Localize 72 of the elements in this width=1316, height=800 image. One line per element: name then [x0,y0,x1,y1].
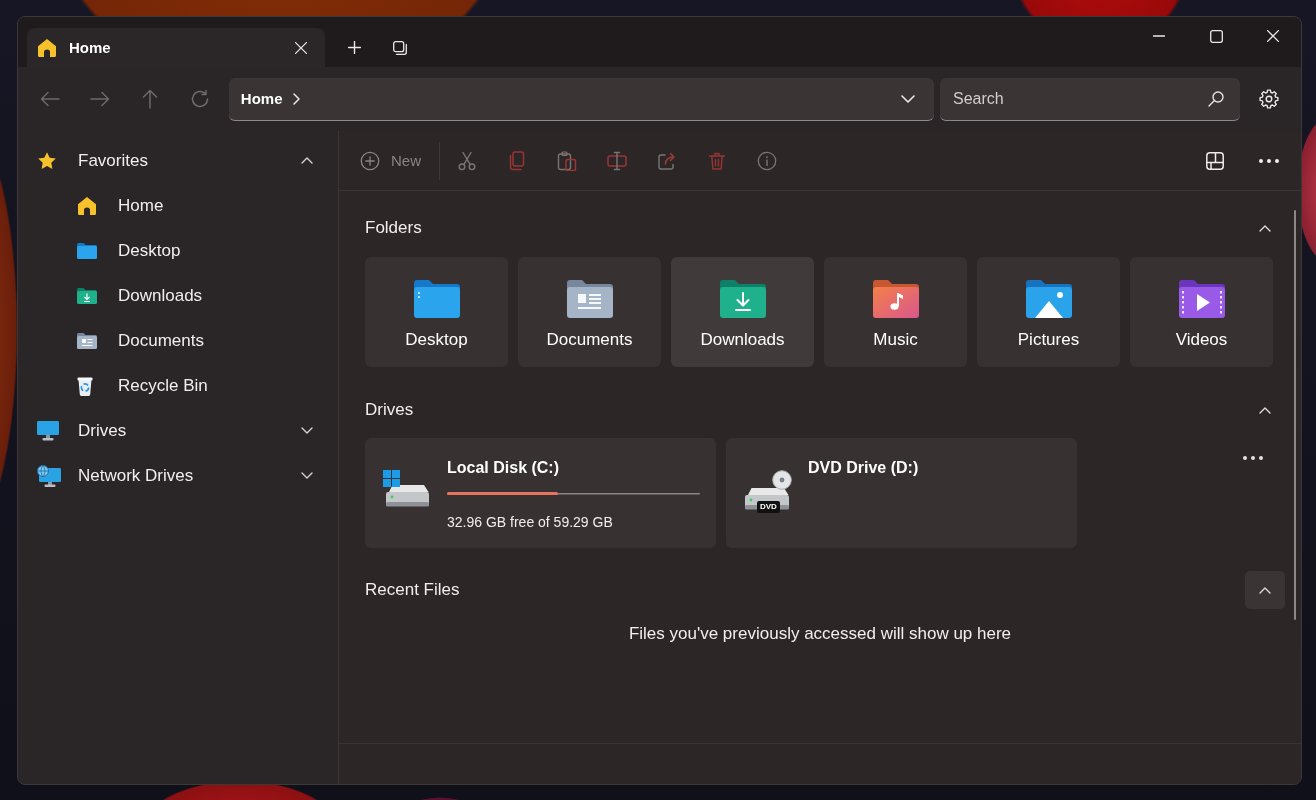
layout-icon [1206,151,1224,170]
home-icon [77,195,97,216]
close-icon [1267,30,1279,42]
info-icon [757,150,777,171]
drive-space-text: 32.96 GB free of 59.29 GB [447,513,613,532]
more-icon [1243,456,1263,460]
clipboard-icon [557,150,577,171]
scrollbar-thumb[interactable] [1294,210,1296,620]
minimize-icon [1153,35,1165,37]
more-icon [1259,158,1279,163]
drive-card[interactable]: Local Disk (C:) 32.96 GB free of 59.29 GB [365,438,716,548]
document-folder-icon [566,280,613,318]
address-bar[interactable]: Home [228,77,935,121]
drive-card[interactable]: DVD DVD Drive (D:) [726,438,1077,548]
plus-icon [347,41,361,54]
music-folder-icon [872,280,919,318]
sidebar-item[interactable]: Favorites [37,138,295,183]
sidebar-item[interactable]: Recycle Bin [77,363,319,408]
section-title: Drives [365,400,414,420]
folder-card[interactable]: Downloads [671,257,814,367]
settings-icon [1259,89,1279,109]
folder-card[interactable]: Music [824,257,967,367]
chevron-down-icon [901,94,916,103]
drive-name: Local Disk (C:) [447,458,559,478]
dvd-drive-icon [744,470,792,510]
search-field[interactable]: Search [940,77,1241,121]
document-folder-icon [77,332,97,349]
close-icon [295,41,307,54]
folder-card[interactable]: Documents [518,257,661,367]
section-title: Recent Files [365,580,460,600]
share-icon [657,150,677,171]
download-folder-icon [719,280,766,318]
trash-icon [707,150,727,171]
folder-icon [413,280,460,318]
folder-card[interactable]: Pictures [977,257,1120,367]
recycle-bin-icon [77,375,93,396]
home-icon [37,37,57,58]
copy-icon [507,150,527,171]
hard-drive-icon [383,470,429,508]
scissors-icon [457,150,477,171]
chevron-right-icon [292,92,300,105]
empty-state-text: Files you've previously accessed will show up here [628,624,1012,644]
plus-circle-icon [360,150,380,171]
collapse-button[interactable] [1245,571,1285,609]
section-title: Folders [365,218,422,238]
sidebar-item[interactable]: Home [77,183,319,228]
sidebar-item[interactable]: Drives [37,408,295,453]
picture-folder-icon [1025,280,1072,318]
folder-icon [77,242,97,259]
folder-card[interactable]: Videos [1130,257,1273,367]
duplicate-icon [393,40,407,55]
search-icon [1208,90,1225,107]
sidebar-item[interactable]: Documents [77,318,319,363]
arrow-up-icon [141,89,158,109]
breadcrumb-item[interactable]: Home [240,90,283,107]
drive-name: DVD Drive (D:) [808,458,919,478]
network-monitor-icon [37,464,61,487]
star-icon [37,150,57,171]
tab[interactable]: Home [27,28,325,67]
monitor-icon [37,420,59,441]
folder-card[interactable]: Desktop [365,257,508,367]
refresh-icon [189,89,210,109]
sidebar-item[interactable]: Desktop [77,228,319,273]
sidebar-item[interactable]: Downloads [77,273,319,318]
drive-type-badge: DVD [757,501,780,513]
arrow-right-icon [89,91,110,107]
arrow-left-icon [39,91,60,107]
download-folder-icon [77,287,97,304]
video-folder-icon [1178,280,1225,318]
rename-icon [607,150,627,171]
maximize-icon [1209,29,1223,43]
sidebar-item[interactable]: Network Drives [37,453,295,498]
